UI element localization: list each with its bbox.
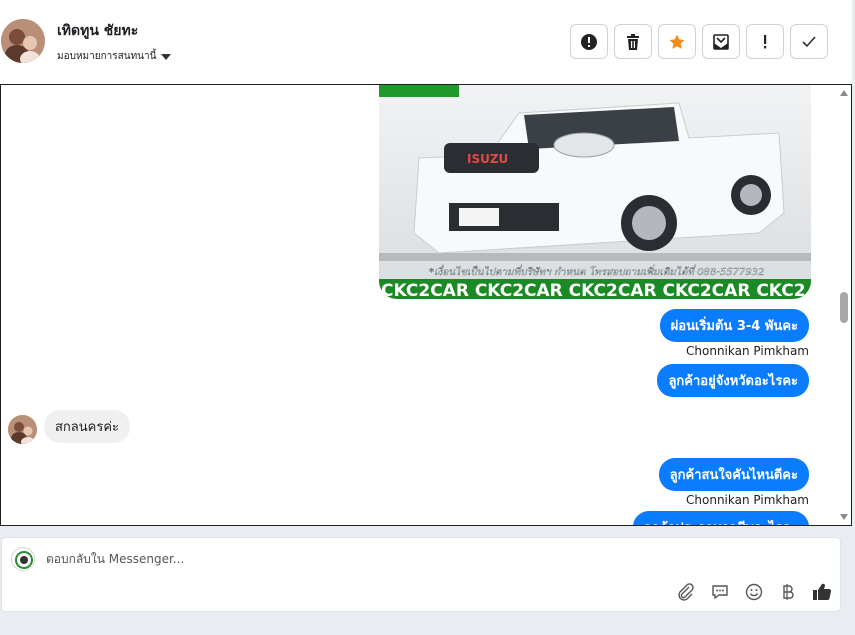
- conversation-toolbar: [570, 24, 828, 59]
- message-bubble-outgoing[interactable]: ลูกค้าอยู่จังหวัดอะไรคะ: [657, 364, 809, 397]
- composer-actions: [676, 582, 832, 602]
- chat-scrollbar[interactable]: [836, 85, 851, 525]
- mark-spam-button[interactable]: [570, 24, 608, 59]
- conversation-header: เทิดทูน ชัยทะ มอบหมายการสนทนานี้: [0, 0, 852, 84]
- attach-icon: [678, 583, 694, 601]
- assign-label: มอบหมายการสนทนานี้: [57, 51, 157, 62]
- like-button[interactable]: [812, 582, 832, 602]
- star-icon: [669, 34, 685, 49]
- payment-button[interactable]: [778, 582, 798, 602]
- scroll-up-arrow-icon[interactable]: [840, 90, 848, 96]
- assign-conversation-dropdown[interactable]: มอบหมายการสนทนานี้: [57, 49, 172, 64]
- page-avatar: [11, 547, 35, 571]
- reply-composer: [1, 537, 841, 612]
- done-icon: [802, 35, 816, 47]
- follow-up-icon: [764, 34, 767, 48]
- like-icon: [813, 583, 832, 601]
- caret-down-icon: [161, 53, 172, 60]
- message-thread[interactable]: ISUZU *เงื่อนไขเป็นไปตามที่บริษัทฯ กำหนด…: [0, 84, 852, 526]
- saved-replies-button[interactable]: [710, 582, 730, 602]
- delete-button[interactable]: [614, 24, 652, 59]
- follow-up-button[interactable]: [746, 24, 784, 59]
- mark-unread-button[interactable]: [702, 24, 740, 59]
- mark-unread-icon: [713, 33, 729, 50]
- inbox-conversation-panel: เทิดทูน ชัยทะ มอบหมายการสนทนานี้ ISUZU *…: [0, 0, 855, 635]
- saved-reply-icon: [712, 585, 728, 600]
- baht-icon: [783, 584, 794, 600]
- message-bubble-incoming[interactable]: สกลนครค่ะ: [44, 410, 131, 443]
- message-bubble-outgoing[interactable]: ผ่อนเริ่มต้น 3-4 พันคะ: [659, 309, 809, 342]
- contact-avatar[interactable]: [1, 19, 45, 63]
- message-sender: Chonnikan Pimkham: [686, 344, 809, 358]
- spam-icon: [581, 33, 597, 50]
- mark-done-button[interactable]: [790, 24, 828, 59]
- message-bubble-outgoing[interactable]: ลูกค้าสนใจคันไหนดีคะ: [658, 458, 809, 491]
- contact-name: เทิดทูน ชัยทะ: [57, 23, 139, 39]
- reply-input[interactable]: [46, 552, 646, 566]
- emoji-button[interactable]: [744, 582, 764, 602]
- trash-icon: [627, 33, 639, 50]
- scrollbar-thumb[interactable]: [840, 292, 848, 323]
- car-ad-caption: *เงื่อนไขเป็นไปตามที่บริษัทฯ กำหนด โทรสอ…: [429, 264, 764, 278]
- star-button[interactable]: [658, 24, 696, 59]
- message-sender: Chonnikan Pimkham: [686, 493, 809, 507]
- contact-avatar-small[interactable]: [8, 415, 37, 444]
- emoji-icon: [745, 583, 763, 601]
- message-bubble-outgoing[interactable]: ลูกค้าประกอบอาชีพอะไรคะ: [632, 511, 809, 525]
- scroll-down-arrow-icon[interactable]: [840, 514, 848, 520]
- car-ad-image[interactable]: ISUZU *เงื่อนไขเป็นไปตามที่บริษัทฯ กำหนด…: [379, 85, 811, 299]
- car-ad-banner: CKC2CAR CKC2CAR CKC2CAR CKC2CAR CKC2: [381, 281, 806, 299]
- car-brand-text: ISUZU: [467, 152, 508, 166]
- attach-button[interactable]: [676, 582, 696, 602]
